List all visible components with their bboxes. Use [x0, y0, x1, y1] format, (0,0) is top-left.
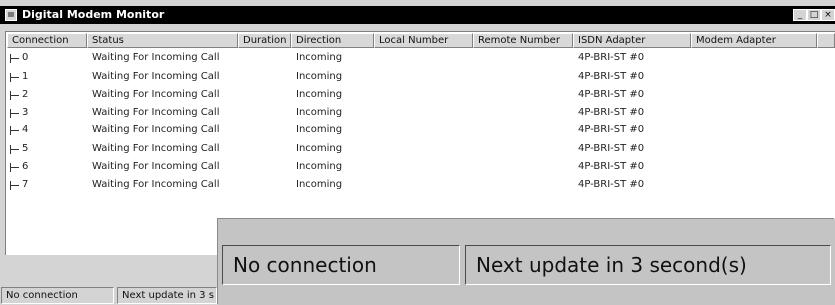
column-header-modem-adapter[interactable]: Modem Adapter: [691, 33, 817, 48]
cell-direction: Incoming: [296, 179, 343, 190]
cell-isdn-adapter: 4P-BRI-ST #0: [578, 179, 645, 190]
column-header-filler: [817, 33, 835, 48]
cell-isdn-adapter: 4P-BRI-ST #0: [578, 89, 645, 100]
cell-isdn-adapter: 4P-BRI-ST #0: [578, 71, 645, 82]
connection-icon: [10, 181, 20, 190]
cell-connection: 2: [22, 89, 29, 100]
connection-icon: [10, 109, 20, 118]
cell-status: Waiting For Incoming Call: [92, 124, 220, 135]
cell-status: Waiting For Incoming Call: [92, 52, 220, 63]
connection-icon: [10, 91, 20, 100]
connection-icon: [10, 73, 20, 82]
cell-direction: Incoming: [296, 71, 343, 82]
column-header-connection[interactable]: Connection: [7, 33, 87, 48]
connection-icon: [10, 145, 20, 154]
column-header-status[interactable]: Status: [87, 33, 238, 48]
cell-direction: Incoming: [296, 143, 343, 154]
cell-connection: 3: [22, 107, 29, 118]
zoomed-status-pane-connection: No connection: [222, 245, 460, 285]
cell-connection: 7: [22, 179, 29, 190]
column-header-local-number[interactable]: Local Number: [374, 33, 473, 48]
status-pane-update: Next update in 3 s: [117, 287, 217, 304]
cell-direction: Incoming: [296, 107, 343, 118]
cell-direction: Incoming: [296, 52, 343, 63]
maximize-button[interactable]: □: [807, 9, 821, 21]
title-bar[interactable]: Digital Modem Monitor _ □ ×: [0, 6, 835, 24]
cell-connection: 1: [22, 71, 29, 82]
cell-isdn-adapter: 4P-BRI-ST #0: [578, 124, 645, 135]
connection-icon: [10, 126, 20, 135]
window-title: Digital Modem Monitor: [22, 8, 165, 21]
column-header-direction[interactable]: Direction: [291, 33, 374, 48]
status-pane-connection: No connection: [1, 287, 114, 304]
cell-status: Waiting For Incoming Call: [92, 143, 220, 154]
cell-status: Waiting For Incoming Call: [92, 107, 220, 118]
cell-connection: 6: [22, 161, 29, 172]
cell-connection: 0: [22, 52, 29, 63]
cell-connection: 5: [22, 143, 29, 154]
cell-status: Waiting For Incoming Call: [92, 179, 220, 190]
cell-status: Waiting For Incoming Call: [92, 161, 220, 172]
column-header-isdn-adapter[interactable]: ISDN Adapter: [573, 33, 691, 48]
cell-status: Waiting For Incoming Call: [92, 89, 220, 100]
status-bar-zoom-callout: No connection Next update in 3 second(s): [218, 219, 835, 305]
cell-direction: Incoming: [296, 124, 343, 135]
cell-isdn-adapter: 4P-BRI-ST #0: [578, 143, 645, 154]
digital-modem-monitor-window: Digital Modem Monitor _ □ × Connection S…: [0, 0, 835, 305]
app-monitor-icon: [5, 9, 17, 21]
column-header-duration[interactable]: Duration: [238, 33, 291, 48]
cell-status: Waiting For Incoming Call: [92, 71, 220, 82]
column-header-remote-number[interactable]: Remote Number: [473, 33, 573, 48]
cell-isdn-adapter: 4P-BRI-ST #0: [578, 107, 645, 118]
cell-isdn-adapter: 4P-BRI-ST #0: [578, 161, 645, 172]
connection-icon: [10, 163, 20, 172]
close-button[interactable]: ×: [821, 9, 835, 21]
cell-direction: Incoming: [296, 89, 343, 100]
zoomed-status-pane-update: Next update in 3 second(s): [465, 245, 831, 285]
cell-connection: 4: [22, 124, 29, 135]
cell-direction: Incoming: [296, 161, 343, 172]
cell-isdn-adapter: 4P-BRI-ST #0: [578, 52, 645, 63]
connection-icon: [10, 54, 20, 63]
minimize-button[interactable]: _: [793, 9, 807, 21]
